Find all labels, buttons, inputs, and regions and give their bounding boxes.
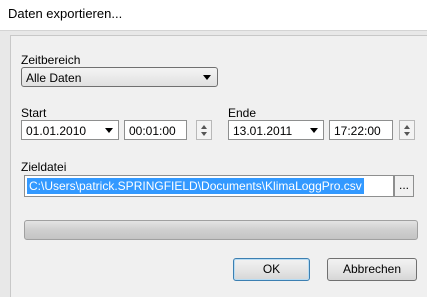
start-label: Start xyxy=(21,106,47,120)
ende-time-field[interactable]: 17:22:00 xyxy=(329,120,393,140)
chevron-down-icon xyxy=(105,128,113,133)
ende-label: Ende xyxy=(228,106,257,120)
start-time-field[interactable]: 00:01:00 xyxy=(124,120,187,140)
zieldatei-path-input[interactable]: C:\Users\patrick.SPRINGFIELD\Documents\K… xyxy=(24,175,394,197)
start-date-picker[interactable]: 01.01.2010 xyxy=(21,120,119,140)
browse-button[interactable]: ... xyxy=(394,175,414,197)
spin-down-icon xyxy=(404,132,410,136)
chevron-down-icon xyxy=(310,128,318,133)
ende-time-spinner[interactable] xyxy=(399,120,415,140)
export-progress-bar xyxy=(24,220,418,240)
start-time-spinner[interactable] xyxy=(196,120,212,140)
ende-time-value: 17:22:00 xyxy=(334,124,381,138)
ende-date-value: 13.01.2011 xyxy=(233,124,293,138)
spin-down-icon xyxy=(201,132,207,136)
spin-up-icon xyxy=(404,125,410,129)
zieldatei-label: Zieldatei xyxy=(21,160,67,174)
ok-button[interactable]: OK xyxy=(233,258,310,281)
zieldatei-path-value: C:\Users\patrick.SPRINGFIELD\Documents\K… xyxy=(27,178,364,194)
spin-up-icon xyxy=(201,125,207,129)
chevron-down-icon xyxy=(203,75,211,80)
window-title: Daten exportieren... xyxy=(8,6,123,21)
zeitbereich-value: Alle Daten xyxy=(26,71,82,85)
title-bar: Daten exportieren... xyxy=(0,0,427,30)
zeitbereich-dropdown[interactable]: Alle Daten xyxy=(21,67,218,87)
cancel-button[interactable]: Abbrechen xyxy=(327,258,417,281)
ende-date-picker[interactable]: 13.01.2011 xyxy=(228,120,324,140)
start-time-value: 00:01:00 xyxy=(129,124,176,138)
start-date-value: 01.01.2010 xyxy=(26,124,87,138)
zeitbereich-label: Zeitbereich xyxy=(21,53,81,67)
